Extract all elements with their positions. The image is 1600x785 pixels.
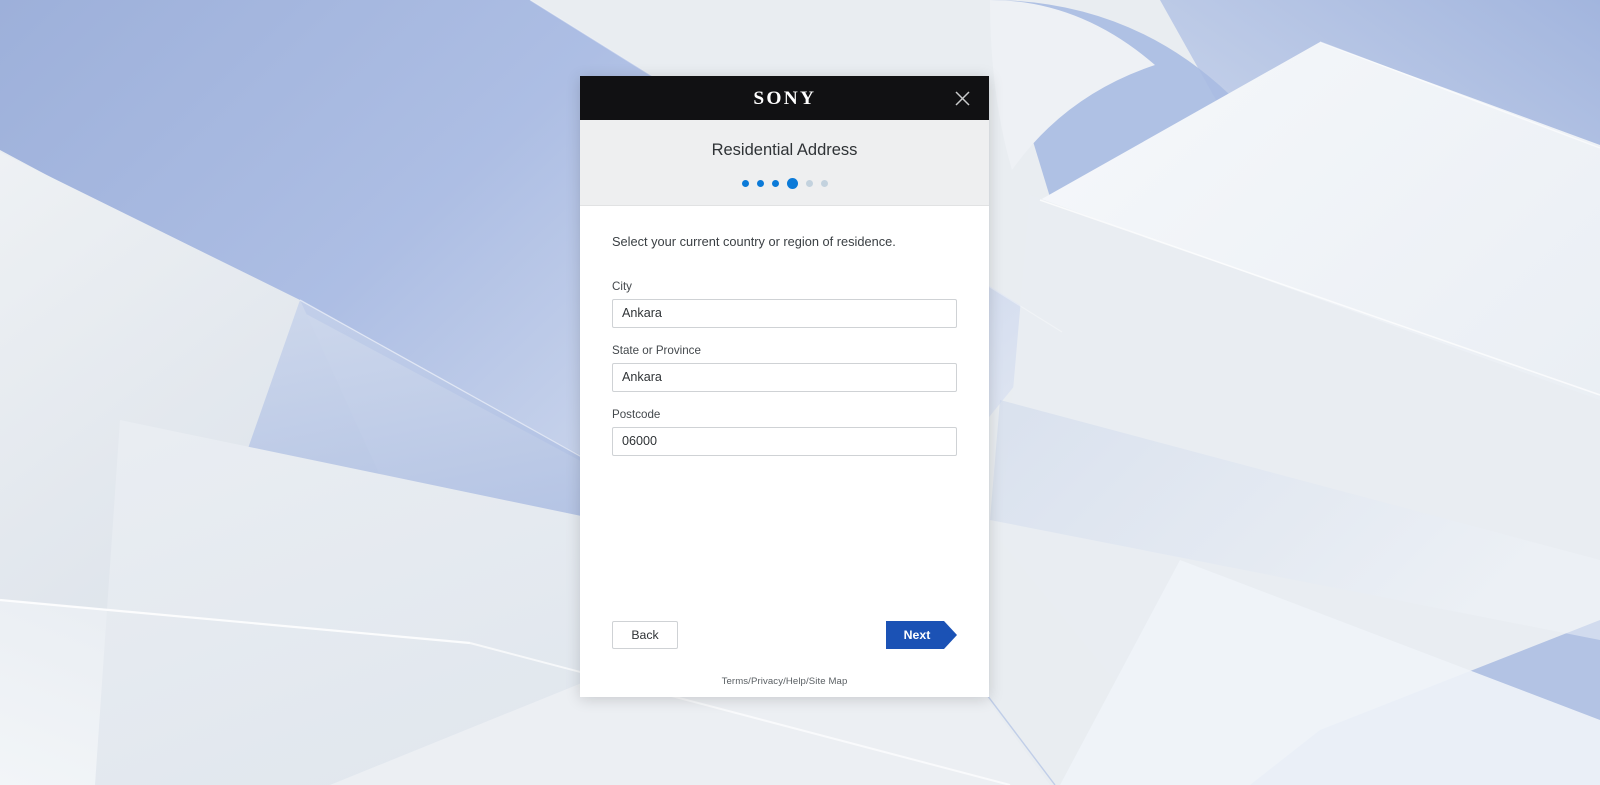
next-button[interactable]: Next xyxy=(886,621,944,649)
back-button[interactable]: Back xyxy=(612,621,678,649)
dialog-action-row: Back Next xyxy=(612,621,957,671)
field-group-state-province: State or Province xyxy=(612,344,957,392)
step-progress-indicator xyxy=(580,177,989,189)
dialog-body: Select your current country or region of… xyxy=(580,206,989,671)
close-x-icon xyxy=(954,90,970,106)
sony-registration-dialog: SONY Residential Address Select your cur… xyxy=(580,76,989,697)
step-dot-2 xyxy=(756,179,764,187)
step-dot-4 xyxy=(786,177,798,189)
field-group-postcode: Postcode xyxy=(612,408,957,456)
postcode-input[interactable] xyxy=(612,426,957,456)
step-dot-6 xyxy=(820,179,828,187)
next-arrow-icon xyxy=(944,621,957,649)
step-dot-3 xyxy=(771,179,779,187)
state-province-label: State or Province xyxy=(612,343,701,357)
dialog-subheader: Residential Address xyxy=(580,120,989,207)
next-button-group[interactable]: Next xyxy=(886,621,957,649)
close-button[interactable] xyxy=(949,85,975,111)
city-input[interactable] xyxy=(612,298,957,328)
state-province-input[interactable] xyxy=(612,362,957,392)
sony-logo: SONY xyxy=(753,87,816,109)
field-group-city: City xyxy=(612,280,957,328)
city-label: City xyxy=(612,279,632,293)
dialog-titlebar: SONY xyxy=(580,76,989,120)
footer-links[interactable]: Terms/Privacy/Help/Site Map xyxy=(722,676,848,687)
step-dot-1 xyxy=(741,179,749,187)
desktop-background: SONY Residential Address Select your cur… xyxy=(0,0,1600,785)
step-dot-5 xyxy=(805,179,813,187)
intro-text: Select your current country or region of… xyxy=(612,234,896,250)
postcode-label: Postcode xyxy=(612,407,661,421)
page-title: Residential Address xyxy=(711,141,858,159)
dialog-footer: Terms/Privacy/Help/Site Map xyxy=(580,671,989,697)
